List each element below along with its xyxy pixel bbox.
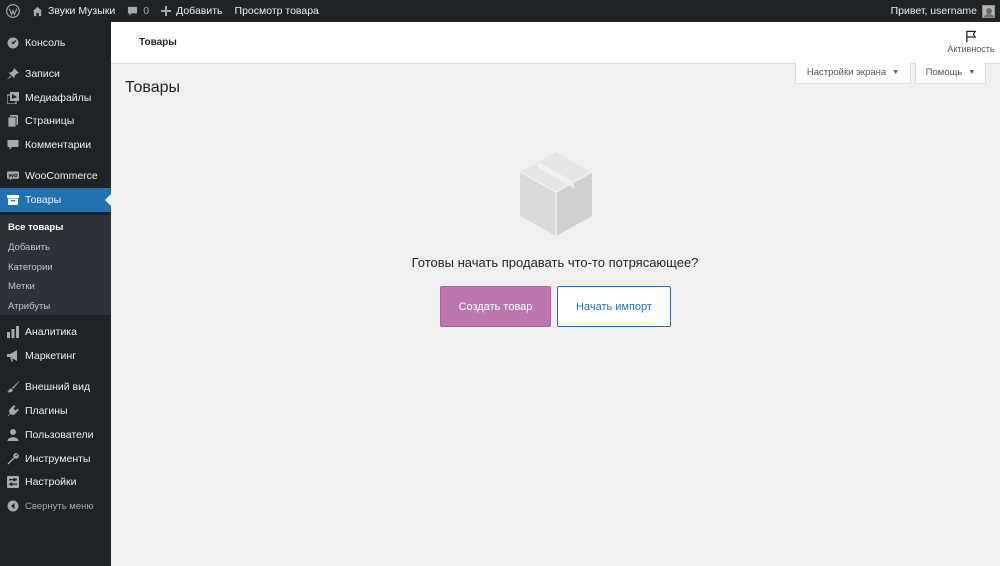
woocommerce-header: Товары Активность <box>111 22 1000 64</box>
view-product-link[interactable]: Просмотр товара <box>229 0 325 22</box>
sidebar-item-woocommerce[interactable]: WooCommerce <box>0 165 111 187</box>
settings-icon <box>7 476 19 488</box>
submenu-tags[interactable]: Метки <box>8 281 35 292</box>
sidebar-item-pages[interactable]: Страницы <box>0 110 111 132</box>
sidebar-item-label: Товары <box>25 194 62 206</box>
page-icon <box>7 115 19 127</box>
wordpress-logo-button[interactable] <box>0 0 26 22</box>
comment-icon <box>7 139 19 151</box>
wordpress-icon <box>6 4 20 18</box>
sidebar-item-label: Внешний вид <box>25 381 91 393</box>
pin-icon <box>7 68 19 80</box>
greeting-label: Привет, username <box>890 5 977 17</box>
sidebar-item-plugins[interactable]: Плагины <box>0 400 111 422</box>
sidebar-item-appearance[interactable]: Внешний вид <box>0 376 111 398</box>
sidebar-item-label: Маркетинг <box>25 350 77 362</box>
woo-icon <box>7 170 19 182</box>
account-menu[interactable]: Привет, username <box>885 0 1000 22</box>
submenu-add-new[interactable]: Добавить <box>8 242 50 253</box>
flag-icon <box>965 30 976 43</box>
sidebar-item-label: Консоль <box>25 37 66 49</box>
create-product-button[interactable]: Создать товар <box>440 286 551 327</box>
sidebar-item-label: Плагины <box>25 405 68 417</box>
avatar <box>982 4 995 18</box>
sidebar-item-label: Инструменты <box>25 453 91 465</box>
sidebar-item-settings[interactable]: Настройки <box>0 471 111 493</box>
submenu-attributes[interactable]: Атрибуты <box>8 301 50 312</box>
comments-link[interactable]: 0 <box>121 0 155 22</box>
add-new-label: Добавить <box>176 5 223 17</box>
sidebar-item-comments[interactable]: Комментарии <box>0 134 111 156</box>
submenu-categories[interactable]: Категории <box>8 262 53 273</box>
sidebar-item-dashboard[interactable]: Консоль <box>0 32 111 54</box>
comments-count: 0 <box>143 5 150 17</box>
sidebar-item-label: Пользователи <box>25 429 94 441</box>
home-icon <box>32 6 43 17</box>
archive-icon <box>7 194 19 206</box>
sidebar-item-posts[interactable]: Записи <box>0 63 111 85</box>
site-name-link[interactable]: Звуки Музыки <box>26 0 121 22</box>
sidebar-item-marketing[interactable]: Маркетинг <box>0 345 111 367</box>
sidebar-item-label: Аналитика <box>25 326 77 338</box>
header-title: Товары <box>139 37 177 48</box>
admin-sidebar: Консоль Записи Медиафайлы Страницы Комме… <box>0 22 111 566</box>
wrench-icon <box>7 453 19 465</box>
caret-down-icon: ▼ <box>968 69 976 76</box>
screen-options-label: Настройки экрана <box>806 67 887 78</box>
sidebar-item-label: Настройки <box>25 476 77 488</box>
sidebar-item-media[interactable]: Медиафайлы <box>0 87 111 109</box>
sidebar-item-label: WooCommerce <box>25 170 98 182</box>
dashboard-icon <box>7 37 19 49</box>
media-icon <box>7 92 19 104</box>
users-icon <box>7 429 19 441</box>
start-import-button[interactable]: Начать импорт <box>557 286 671 327</box>
megaphone-icon <box>7 350 19 362</box>
sidebar-item-label: Страницы <box>25 115 75 127</box>
admin-bar: Звуки Музыки 0 Добавить Просмотр товара … <box>0 0 1000 22</box>
product-box-icon <box>519 152 593 236</box>
sidebar-item-label: Медиафайлы <box>25 92 92 104</box>
collapse-menu-button[interactable]: Свернуть меню <box>0 495 111 517</box>
products-submenu: Все товары Добавить Категории Метки Атри… <box>0 215 111 315</box>
help-label: Помощь <box>925 67 963 78</box>
sidebar-item-label: Записи <box>25 68 60 80</box>
sidebar-item-label: Комментарии <box>25 139 92 151</box>
chart-icon <box>7 326 19 338</box>
plus-icon <box>161 6 172 16</box>
caret-down-icon: ▼ <box>892 69 900 76</box>
sidebar-item-tools[interactable]: Инструменты <box>0 448 111 470</box>
help-button[interactable]: Помощь ▼ <box>915 62 986 84</box>
page-title: Товары <box>125 79 181 96</box>
sidebar-item-users[interactable]: Пользователи <box>0 424 111 446</box>
comment-bubble-icon <box>127 6 138 17</box>
view-product-label: Просмотр товара <box>234 5 319 17</box>
screen-options-button[interactable]: Настройки экрана ▼ <box>795 62 911 84</box>
collapse-menu-label: Свернуть меню <box>25 500 94 512</box>
empty-state-heading: Готовы начать продавать что-то потрясающ… <box>411 255 699 270</box>
sidebar-item-products[interactable]: Товары <box>0 188 111 212</box>
collapse-arrow-icon <box>7 500 19 512</box>
brush-icon <box>7 381 19 393</box>
activity-button[interactable]: Активность <box>944 30 998 54</box>
plugin-icon <box>7 405 19 417</box>
add-new-link[interactable]: Добавить <box>155 0 228 22</box>
activity-label: Активность <box>947 44 995 54</box>
site-name-label: Звуки Музыки <box>48 5 116 17</box>
submenu-all-products[interactable]: Все товары <box>8 222 63 233</box>
sidebar-item-analytics[interactable]: Аналитика <box>0 321 111 343</box>
